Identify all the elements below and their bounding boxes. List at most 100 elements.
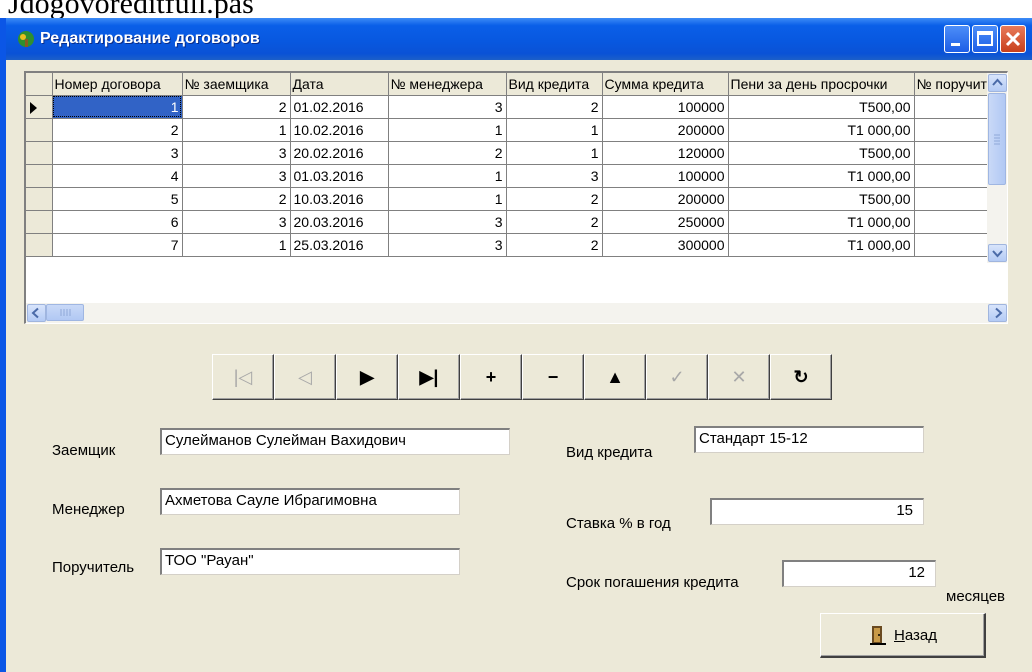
grid-cell[interactable]: 100000 (602, 164, 729, 188)
grid-cell[interactable]: 10.02.2016 (290, 118, 389, 142)
grid-cell[interactable]: 2 (182, 95, 291, 119)
nav-post-button[interactable]: ✓ (646, 354, 708, 400)
grid-cell[interactable]: 2 (388, 141, 507, 165)
credit-type-field[interactable]: Стандарт 15-12 (694, 426, 924, 453)
column-header[interactable]: Пени за день просрочки (728, 73, 915, 96)
grid-cell[interactable]: 3 (182, 141, 291, 165)
nav-refresh-button[interactable]: ↻ (770, 354, 832, 400)
grid-cell[interactable]: 2 (506, 233, 603, 257)
grid-cell[interactable]: 01.03.2016 (290, 164, 389, 188)
back-button[interactable]: Назад (820, 613, 986, 658)
grid-cell[interactable]: T500,00 (728, 95, 915, 119)
maximize-button[interactable] (972, 25, 998, 53)
grid-cell[interactable]: 2 (506, 210, 603, 234)
grid-cell[interactable]: T500,00 (728, 141, 915, 165)
grid-cell[interactable]: 2 (182, 187, 291, 211)
row-indicator[interactable] (26, 187, 53, 211)
grid-cell[interactable]: 3 (182, 210, 291, 234)
current-row-indicator[interactable] (26, 95, 53, 119)
nav-delete-button[interactable]: − (522, 354, 584, 400)
table-row[interactable]: 2 1 10.02.2016 1 1 200000 T1 000,00 (26, 118, 1001, 142)
grid-cell[interactable]: 4 (52, 164, 183, 188)
vertical-scroll-thumb[interactable] (988, 93, 1006, 185)
nav-cancel-button[interactable]: ✕ (708, 354, 770, 400)
grid-cell[interactable]: 1 (52, 95, 183, 119)
grid-cell[interactable]: T1 000,00 (728, 118, 915, 142)
scroll-left-button[interactable] (27, 304, 46, 322)
nav-prior-button[interactable]: ◁ (274, 354, 336, 400)
grid-cell[interactable]: 1 (506, 118, 603, 142)
grid-cell[interactable]: 1 (182, 233, 291, 257)
minimize-button[interactable] (944, 25, 970, 53)
contracts-grid[interactable]: Номер договора № заемщика Дата № менедже… (24, 71, 1008, 324)
grid-cell[interactable]: 01.02.2016 (290, 95, 389, 119)
grid-cell[interactable]: 250000 (602, 210, 729, 234)
row-indicator[interactable] (26, 233, 53, 257)
nav-last-button[interactable]: ▶| (398, 354, 460, 400)
grid-cell[interactable]: 2 (506, 187, 603, 211)
grid-cell[interactable]: 3 (388, 210, 507, 234)
row-indicator[interactable] (26, 164, 53, 188)
grid-cell[interactable]: 3 (506, 164, 603, 188)
grid-cell[interactable]: 5 (52, 187, 183, 211)
grid-cell[interactable]: 20.03.2016 (290, 210, 389, 234)
row-indicator[interactable] (26, 141, 53, 165)
nav-first-button[interactable]: |◁ (212, 354, 274, 400)
term-field[interactable]: 12 (782, 560, 936, 587)
grid-cell[interactable]: T1 000,00 (728, 164, 915, 188)
table-row[interactable]: 4 3 01.03.2016 1 3 100000 T1 000,00 (26, 164, 1001, 188)
grid-cell[interactable]: 20.02.2016 (290, 141, 389, 165)
grid-cell[interactable]: 300000 (602, 233, 729, 257)
horizontal-scroll-thumb[interactable] (46, 304, 84, 321)
grid-cell[interactable]: 1 (506, 141, 603, 165)
grid-cell[interactable]: 7 (52, 233, 183, 257)
scroll-right-button[interactable] (988, 304, 1007, 322)
grid-cell[interactable]: 200000 (602, 187, 729, 211)
grid-cell[interactable]: T1 000,00 (728, 233, 915, 257)
vertical-scrollbar[interactable] (987, 73, 1007, 263)
grid-cell[interactable]: 10.03.2016 (290, 187, 389, 211)
column-header[interactable]: Дата (290, 73, 389, 96)
grid-cell[interactable]: 2 (506, 95, 603, 119)
column-header[interactable]: № менеджера (388, 73, 507, 96)
scroll-up-button[interactable] (988, 74, 1007, 92)
grid-cell[interactable]: 1 (388, 164, 507, 188)
nav-edit-button[interactable]: ▲ (584, 354, 646, 400)
borrower-field[interactable]: Сулейманов Сулейман Вахидович (160, 428, 510, 455)
rate-field[interactable]: 15 (710, 498, 924, 525)
grid-cell[interactable]: 1 (182, 118, 291, 142)
grid-cell[interactable]: 3 (182, 164, 291, 188)
nav-insert-button[interactable]: + (460, 354, 522, 400)
column-header[interactable]: № заемщика (182, 73, 291, 96)
grid-cell[interactable]: 1 (388, 118, 507, 142)
scroll-down-button[interactable] (988, 244, 1007, 262)
row-indicator[interactable] (26, 210, 53, 234)
grid-cell[interactable]: 3 (388, 233, 507, 257)
grid-cell[interactable]: 3 (388, 95, 507, 119)
grid-cell[interactable]: 120000 (602, 141, 729, 165)
title-bar[interactable]: Редактирование договоров (6, 18, 1032, 60)
row-indicator[interactable] (26, 118, 53, 142)
grid-cell[interactable]: T1 000,00 (728, 210, 915, 234)
guarantor-field[interactable]: ТОО "Раyан" (160, 548, 460, 575)
nav-next-button[interactable]: ▶ (336, 354, 398, 400)
grid-cell[interactable]: 25.03.2016 (290, 233, 389, 257)
table-row[interactable]: 5 2 10.03.2016 1 2 200000 T500,00 (26, 187, 1001, 211)
grid-cell[interactable]: T500,00 (728, 187, 915, 211)
grid-cell[interactable]: 200000 (602, 118, 729, 142)
table-row[interactable]: 1 2 01.02.2016 3 2 100000 T500,00 (26, 95, 1001, 119)
grid-cell[interactable]: 1 (388, 187, 507, 211)
grid-cell[interactable]: 2 (52, 118, 183, 142)
grid-cell[interactable]: 3 (52, 141, 183, 165)
table-row[interactable]: 7 1 25.03.2016 3 2 300000 T1 000,00 (26, 233, 1001, 257)
table-row[interactable]: 6 3 20.03.2016 3 2 250000 T1 000,00 (26, 210, 1001, 234)
column-header[interactable]: Номер договора (52, 73, 183, 96)
manager-field[interactable]: Ахметова Сауле Ибрагимовна (160, 488, 460, 515)
grid-cell[interactable]: 100000 (602, 95, 729, 119)
horizontal-scrollbar[interactable] (26, 303, 1007, 323)
close-button[interactable] (1000, 25, 1026, 53)
grid-cell[interactable]: 6 (52, 210, 183, 234)
column-header[interactable]: Вид кредита (506, 73, 603, 96)
table-row[interactable]: 3 3 20.02.2016 2 1 120000 T500,00 (26, 141, 1001, 165)
column-header[interactable]: Сумма кредита (602, 73, 729, 96)
